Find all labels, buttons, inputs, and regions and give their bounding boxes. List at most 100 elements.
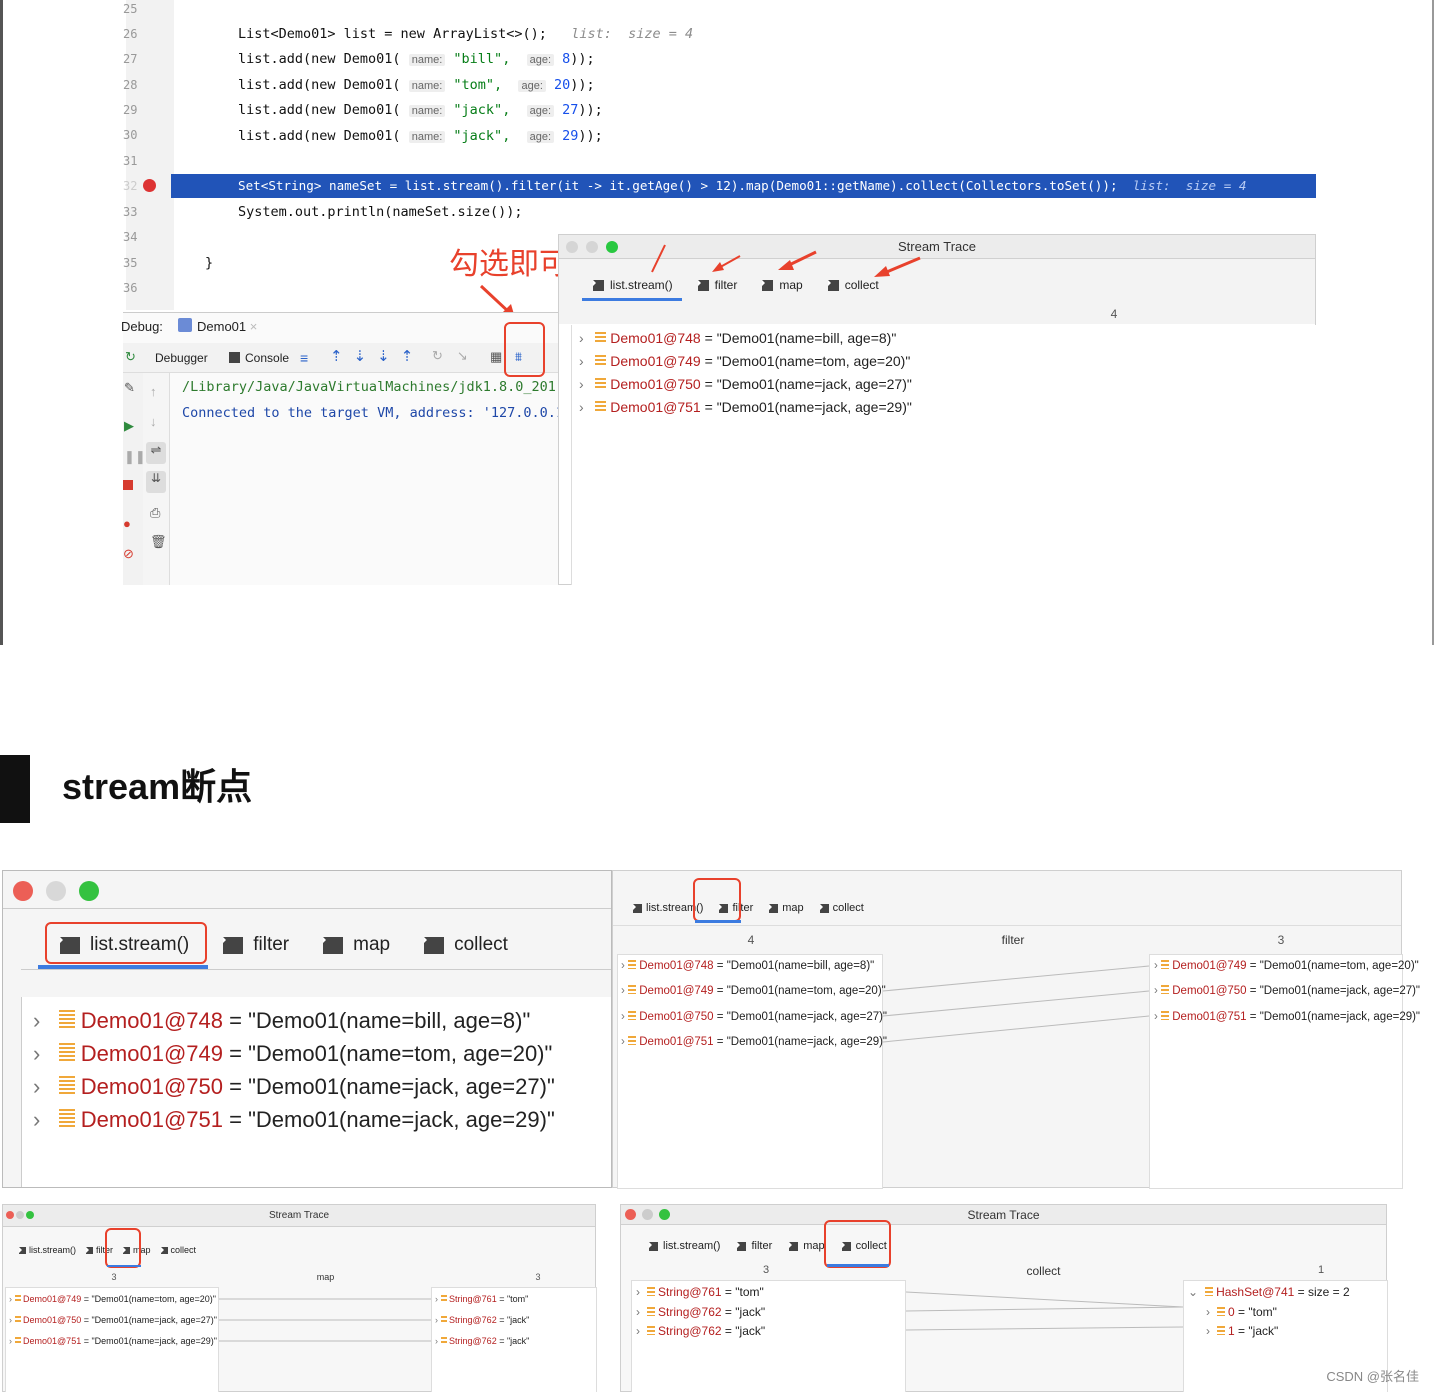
tab-list-stream[interactable]: list.stream() [649, 1240, 720, 1252]
console-output-line: /Library/Java/JavaVirtualMachines/jdk1.8… [182, 379, 560, 395]
tab-map[interactable]: map [789, 1240, 825, 1252]
list-item[interactable]: › String@762 = "jack" [435, 1315, 529, 1325]
grid-icon[interactable]: ▦ [490, 349, 502, 365]
tab-collect[interactable]: collect [827, 278, 879, 292]
tab-collect[interactable]: collect [160, 1245, 196, 1255]
trash-icon[interactable]: 🗑 [150, 534, 167, 550]
debugger-tab[interactable]: Debugger [155, 351, 208, 365]
list-item[interactable]: › Demo01@750 = "Demo01(name=jack, age=27… [9, 1315, 217, 1325]
disabled-step-icon: ↻↘ [432, 348, 482, 363]
list-item[interactable]: › String@762 = "jack" [636, 1324, 765, 1338]
title-bar: Stream Trace [621, 1205, 1386, 1225]
tab-map[interactable]: map [769, 902, 804, 914]
mute-breakpoints-icon[interactable]: ⊘ [123, 546, 134, 562]
list-item[interactable]: › Demo01@751 = "Demo01(name=jack, age=29… [621, 1036, 887, 1048]
list-item[interactable]: › String@761 = "tom" [435, 1294, 528, 1304]
down-icon[interactable]: ↓ [150, 414, 157, 429]
list-item[interactable]: › Demo01@750 = "Demo01(name=jack, age=27… [621, 1011, 887, 1023]
stream-trace-map: Stream Trace list.stream() filter map co… [2, 1204, 597, 1392]
up-icon[interactable]: ↑ [150, 384, 157, 399]
line-number: 35 [123, 256, 138, 270]
list-item[interactable]: › Demo01@750 = "Demo01(name=jack, age=27… [579, 376, 912, 392]
separator [21, 969, 611, 970]
debug-label: Debug: [121, 319, 163, 334]
list-item[interactable]: › Demo01@749 = "Demo01(name=tom, age=20)… [1154, 960, 1419, 972]
tab-filter[interactable]: filter [697, 278, 737, 292]
list-item[interactable]: › Demo01@751 = "Demo01(name=jack, age=29… [33, 1107, 555, 1133]
title-bar: Stream Trace [3, 1205, 595, 1227]
rerun-icon[interactable]: ↻ [125, 349, 136, 365]
console-tab[interactable]: Console [229, 351, 289, 365]
list-item[interactable]: › Demo01@751 = "Demo01(name=jack, age=29… [1154, 1011, 1420, 1023]
list-icon[interactable]: ≡ [300, 350, 308, 366]
mapping-lines [219, 1298, 431, 1342]
line-number: 33 [123, 205, 138, 219]
left-count: 4 [747, 933, 755, 947]
tree-item[interactable]: › 1 = "jack" [1206, 1324, 1278, 1338]
line-number: 36 [123, 281, 138, 295]
close-icon[interactable] [13, 881, 33, 901]
line-number: 25 [123, 2, 138, 16]
pause-icon[interactable]: ❚❚ [124, 449, 146, 465]
tab-collect[interactable]: collect [424, 934, 508, 956]
line-number: 31 [123, 154, 138, 168]
list-item[interactable]: › Demo01@751 = "Demo01(name=jack, age=29… [9, 1336, 217, 1346]
window-title: Stream Trace [967, 1208, 1040, 1222]
tab-filter[interactable]: filter [223, 934, 289, 956]
soft-wrap-icon[interactable]: ⇌ [146, 442, 166, 464]
active-tab-indicator [582, 298, 682, 301]
list-item[interactable]: › Demo01@751 = "Demo01(name=jack, age=29… [579, 399, 912, 415]
window-title: Stream Trace [268, 1210, 330, 1221]
tab-highlight [45, 922, 207, 964]
list-item[interactable]: › String@761 = "tom" [636, 1285, 764, 1299]
code-line-27: list.add(new Demo01( name: "bill", age: … [238, 51, 595, 67]
stream-trace-zoomed: list.stream() filter map collect › Demo0… [2, 870, 612, 1188]
list-item[interactable]: › Demo01@749 = "Demo01(name=tom, age=20)… [579, 353, 910, 369]
tab-arrows-icon [651, 244, 921, 277]
tree-item[interactable]: › 0 = "tom" [1206, 1305, 1277, 1319]
tab-collect[interactable]: collect [819, 902, 864, 914]
list-item[interactable]: › Demo01@750 = "Demo01(name=jack, age=27… [1154, 985, 1420, 997]
console-output-line: Connected to the target VM, address: '12… [182, 405, 560, 421]
right-count: 3 [535, 1272, 541, 1282]
list-item[interactable]: › Demo01@748 = "Demo01(name=bill, age=8)… [579, 330, 896, 346]
tab-map[interactable]: map [762, 278, 803, 292]
stream-trace-collect: Stream Trace list.stream() filter map co… [620, 1204, 1388, 1392]
trace-tabs: list.stream() filter map collect [633, 902, 864, 914]
list-item[interactable]: › String@762 = "jack" [435, 1336, 529, 1346]
code-line-35: } [205, 255, 214, 271]
code-line-30: list.add(new Demo01( name: "jack", age: … [238, 128, 603, 144]
line-number: 28 [123, 78, 138, 92]
list-item[interactable]: › Demo01@749 = "Demo01(name=tom, age=20)… [9, 1294, 216, 1304]
maximize-icon[interactable] [79, 881, 99, 901]
print-icon[interactable]: ⎙ [150, 505, 160, 521]
tree-item-root[interactable]: ⌄ HashSet@741 = size = 2 [1188, 1285, 1350, 1299]
step-buttons-icon[interactable]: ⇡⇣⇣⇡ [330, 347, 424, 365]
view-breakpoints-icon[interactable]: ● [123, 516, 131, 531]
debug-tab-demo01[interactable]: Demo01 × [197, 319, 257, 334]
tab-filter[interactable]: filter [737, 1240, 772, 1252]
active-tab-indicator [827, 1264, 889, 1267]
mapping-lines [906, 1291, 1183, 1331]
list-item[interactable]: › String@762 = "jack" [636, 1305, 765, 1319]
separator [3, 908, 611, 909]
breakpoint-icon[interactable] [143, 179, 156, 192]
scroll-end-icon[interactable]: ⇊ [146, 471, 166, 493]
list-item[interactable]: › Demo01@750 = "Demo01(name=jack, age=27… [33, 1074, 555, 1100]
step-label: map [316, 1272, 335, 1282]
wrench-icon[interactable]: ✎ [124, 380, 135, 396]
minimize-icon[interactable] [46, 881, 66, 901]
resume-icon[interactable]: ▶ [124, 418, 134, 434]
stop-icon[interactable] [123, 480, 133, 490]
left-count: 3 [762, 1264, 770, 1276]
tab-list-stream[interactable]: list.stream() [19, 1245, 76, 1255]
list-item[interactable]: › Demo01@748 = "Demo01(name=bill, age=8)… [621, 960, 874, 972]
list-item[interactable]: › Demo01@748 = "Demo01(name=bill, age=8)… [33, 1008, 530, 1034]
annotation-text: 勾选即可 [449, 247, 569, 282]
tab-map[interactable]: map [323, 934, 390, 956]
tab-list-stream[interactable]: list.stream() [593, 278, 673, 292]
count-label: 4 [1110, 307, 1118, 321]
list-item[interactable]: › Demo01@749 = "Demo01(name=tom, age=20)… [33, 1041, 552, 1067]
list-item[interactable]: › Demo01@749 = "Demo01(name=tom, age=20)… [621, 985, 886, 997]
separator [613, 925, 1401, 926]
